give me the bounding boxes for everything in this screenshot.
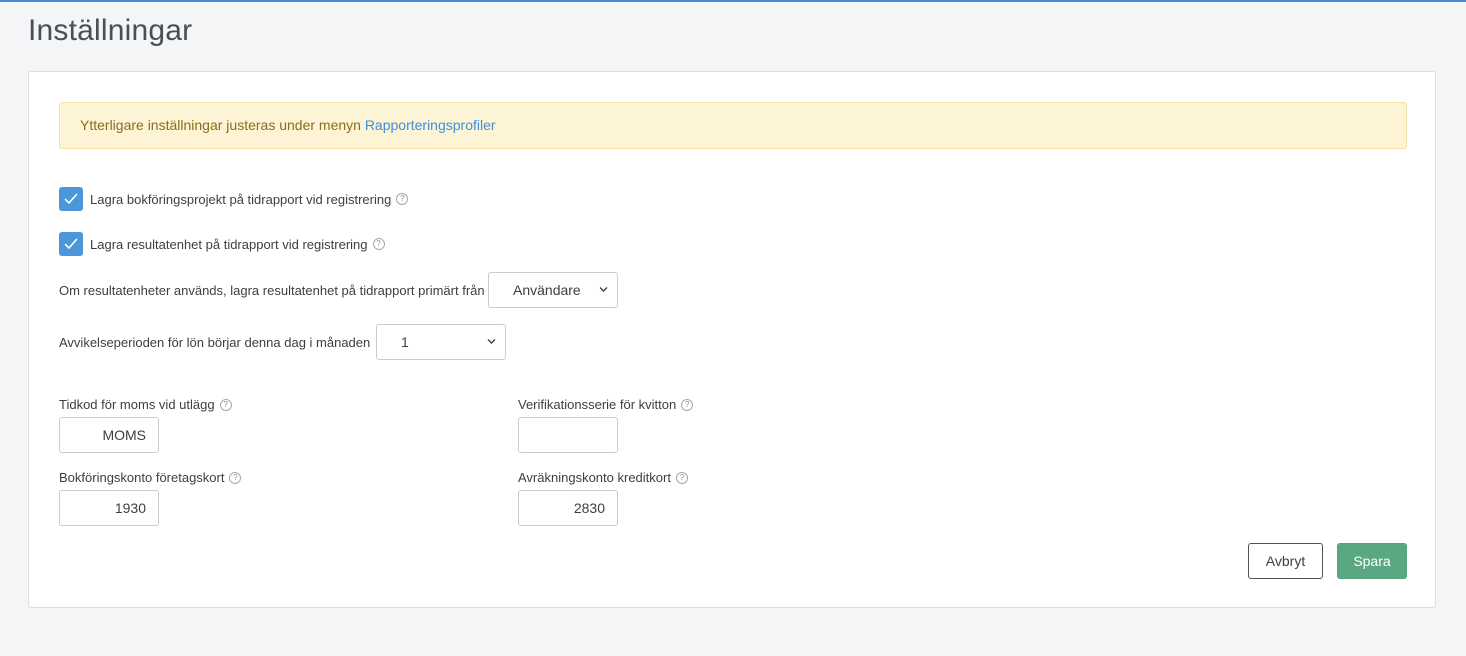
setting-result-unit-row: Lagra resultatenhet på tidrapport vid re… (59, 232, 385, 256)
vat-time-code-label: Tidkod för moms vid utlägg ? (59, 397, 232, 412)
result-unit-source-select[interactable]: Användare (488, 272, 618, 308)
project-checkbox[interactable] (59, 187, 83, 211)
credit-card-clearing-label: Avräkningskonto kreditkort ? (518, 470, 688, 485)
deviation-period-select[interactable]: 1 (376, 324, 506, 360)
vat-time-code-label-text: Tidkod för moms vid utlägg (59, 397, 215, 412)
credit-card-clearing-input[interactable]: 2830 (518, 490, 618, 526)
question-circle-icon[interactable]: ? (219, 398, 232, 411)
result-unit-checkbox-label: Lagra resultatenhet på tidrapport vid re… (90, 236, 368, 252)
save-button[interactable]: Spara (1337, 543, 1407, 579)
result-unit-source-value: Användare (513, 282, 581, 298)
question-circle-icon[interactable]: ? (396, 193, 409, 205)
info-notice: Ytterligare inställningar justeras under… (59, 102, 1407, 149)
question-circle-icon[interactable]: ? (229, 471, 242, 484)
company-card-account-label: Bokföringskonto företagskort ? (59, 470, 242, 485)
settings-card: Ytterligare inställningar justeras under… (28, 71, 1436, 608)
setting-project-row: Lagra bokföringsprojekt på tidrapport vi… (59, 187, 409, 211)
receipt-series-label: Verifikationsserie för kvitton ? (518, 397, 694, 412)
company-card-account-input[interactable]: 1930 (59, 490, 159, 526)
deviation-period-value: 1 (401, 334, 409, 350)
question-circle-icon[interactable]: ? (681, 398, 694, 411)
result-unit-checkbox[interactable] (59, 232, 83, 256)
check-icon (64, 193, 78, 204)
check-icon (64, 238, 78, 249)
receipt-series-input[interactable] (518, 417, 618, 453)
chevron-down-icon (487, 339, 496, 344)
top-accent-line (0, 0, 1466, 2)
deviation-period-label: Avvikelseperioden för lön börjar denna d… (59, 335, 371, 350)
cancel-button[interactable]: Avbryt (1248, 543, 1323, 579)
page-title: Inställningar (28, 14, 193, 47)
chevron-down-icon (599, 287, 608, 292)
notice-text: Ytterligare inställningar justeras under… (80, 117, 365, 133)
project-checkbox-label: Lagra bokföringsprojekt på tidrapport vi… (90, 191, 392, 207)
question-circle-icon[interactable]: ? (675, 471, 688, 484)
question-circle-icon[interactable]: ? (372, 238, 385, 250)
receipt-series-label-text: Verifikationsserie för kvitton (518, 397, 677, 412)
result-unit-source-label: Om resultatenheter används, lagra result… (59, 283, 485, 298)
vat-time-code-input[interactable]: MOMS (59, 417, 159, 453)
company-card-account-label-text: Bokföringskonto företagskort (59, 470, 225, 485)
credit-card-clearing-label-text: Avräkningskonto kreditkort (518, 470, 671, 485)
reporting-profiles-link[interactable]: Rapporteringsprofiler (365, 117, 496, 133)
